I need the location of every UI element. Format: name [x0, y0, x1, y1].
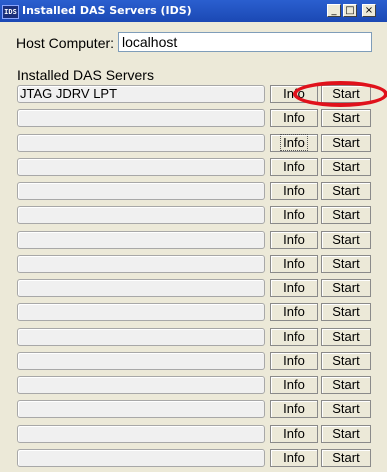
server-row: JTAG JDRV LPT Info Start [17, 84, 374, 108]
start-button[interactable]: Start [321, 206, 371, 225]
info-button-label: Info [283, 231, 305, 247]
installed-servers-label: Installed DAS Servers [17, 67, 154, 83]
server-row: Info Start [17, 424, 374, 448]
close-button[interactable]: × [362, 4, 376, 17]
server-row: Info Start [17, 157, 374, 181]
server-row: Info Start [17, 278, 374, 302]
server-row: Info Start [17, 375, 374, 399]
start-button[interactable]: Start [321, 230, 371, 249]
minimize-button[interactable]: _ [327, 4, 341, 17]
info-button[interactable]: Info [270, 351, 318, 370]
server-row: Info Start [17, 108, 374, 132]
info-button[interactable]: Info [270, 254, 318, 273]
info-button-label: Info [283, 449, 305, 465]
server-row: Info Start [17, 399, 374, 423]
server-name-field[interactable] [17, 157, 265, 176]
info-button-label: Info [283, 255, 305, 271]
info-button[interactable]: Info [270, 279, 318, 297]
info-button-label: Info [283, 328, 305, 344]
server-name-field[interactable] [17, 133, 265, 152]
info-button[interactable]: Info [270, 376, 318, 394]
start-button[interactable]: Start [321, 279, 371, 297]
server-row: Info Start [17, 302, 374, 326]
info-button[interactable]: Info [270, 182, 318, 200]
start-button[interactable]: Start [321, 400, 371, 419]
info-button-label: Info [280, 133, 308, 151]
server-name-field[interactable] [17, 424, 265, 443]
info-button[interactable]: Info [270, 424, 318, 443]
info-button[interactable]: Info [270, 448, 318, 467]
start-button[interactable]: Start [321, 376, 371, 394]
server-name-field[interactable] [17, 351, 265, 370]
start-button[interactable]: Start [321, 351, 371, 370]
server-name-field[interactable] [17, 109, 265, 128]
info-button[interactable]: Info [270, 133, 318, 152]
window-title: Installed DAS Servers (IDS) [22, 4, 192, 17]
maximize-button[interactable]: □ [343, 4, 357, 17]
server-name-field[interactable] [17, 400, 265, 419]
info-button[interactable]: Info [270, 303, 318, 322]
info-button-label: Info [283, 401, 305, 417]
server-list: JTAG JDRV LPT Info Start Info Start Info Start… [17, 84, 374, 472]
server-name-field[interactable] [17, 448, 265, 467]
server-row: Info Start [17, 133, 374, 157]
info-button-label: Info [283, 352, 305, 368]
server-row: Info Start [17, 448, 374, 472]
server-row: Info Start [17, 351, 374, 375]
info-button-label: Info [283, 183, 305, 198]
info-button-label: Info [283, 377, 305, 392]
app-icon: IDS [2, 5, 19, 19]
info-button[interactable]: Info [270, 400, 318, 419]
start-button[interactable]: Start [321, 157, 371, 176]
info-button-label: Info [283, 280, 305, 295]
start-button[interactable]: Start [321, 254, 371, 273]
start-button[interactable]: Start [321, 109, 371, 128]
server-name-field[interactable] [17, 303, 265, 322]
start-button[interactable]: Start [321, 182, 371, 200]
info-button[interactable]: Info [270, 230, 318, 249]
server-name-field[interactable] [17, 182, 265, 200]
info-button[interactable]: Info [270, 327, 318, 346]
start-button[interactable]: Start [321, 133, 371, 152]
info-button-label: Info [283, 304, 305, 320]
info-button[interactable]: Info [270, 109, 318, 128]
title-bar[interactable]: IDS Installed DAS Servers (IDS) _ □ × [0, 0, 387, 22]
info-button-label: Info [283, 207, 305, 223]
ids-window: IDS Installed DAS Servers (IDS) _ □ × Ho… [0, 0, 387, 468]
info-button-label: Info [283, 158, 305, 174]
start-button[interactable]: Start [321, 424, 371, 443]
server-name-field[interactable] [17, 206, 265, 225]
info-button[interactable]: Info [270, 206, 318, 225]
start-button[interactable]: Start [321, 448, 371, 467]
info-button-label: Info [283, 110, 305, 126]
info-button[interactable]: Info [270, 85, 318, 103]
start-button[interactable]: Start [321, 327, 371, 346]
server-row: Info Start [17, 205, 374, 229]
info-button-label: Info [283, 425, 305, 441]
info-button-label: Info [283, 86, 305, 101]
info-button[interactable]: Info [270, 157, 318, 176]
server-row: Info Start [17, 254, 374, 278]
server-name-field[interactable] [17, 376, 265, 394]
host-computer-label: Host Computer: [16, 35, 115, 51]
server-name-field[interactable]: JTAG JDRV LPT [17, 85, 265, 103]
server-name-field[interactable] [17, 327, 265, 346]
server-row: Info Start [17, 181, 374, 205]
server-row: Info Start [17, 230, 374, 254]
server-name-field[interactable] [17, 230, 265, 249]
start-button[interactable]: Start [321, 303, 371, 322]
host-computer-input[interactable]: localhost [118, 32, 372, 52]
server-row: Info Start [17, 327, 374, 351]
server-name-field[interactable] [17, 254, 265, 273]
start-button[interactable]: Start [321, 85, 371, 103]
server-name-field[interactable] [17, 279, 265, 297]
